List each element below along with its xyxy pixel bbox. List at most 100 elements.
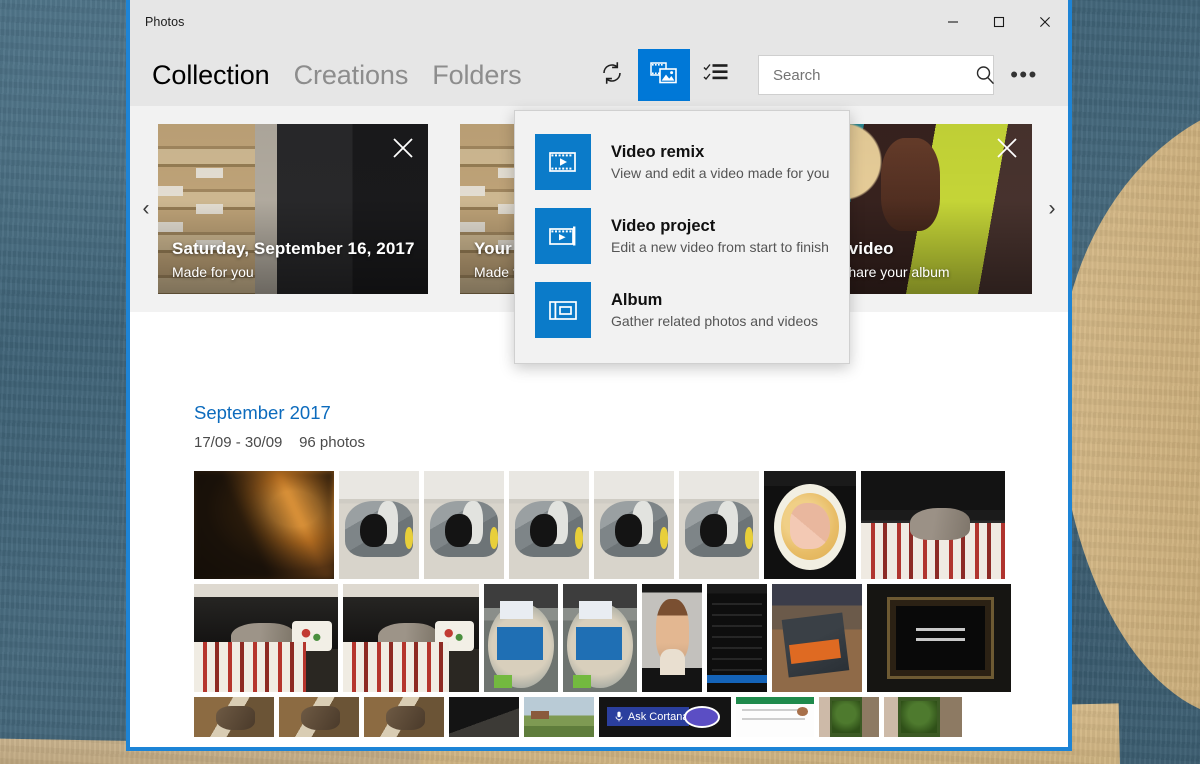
photo-tree-2[interactable]: [884, 697, 962, 737]
menu-item-video-project-title: Video project: [611, 217, 716, 235]
photo-salad-pack-1[interactable]: [484, 584, 558, 692]
window-titlebar: Photos: [130, 0, 1068, 44]
search-icon[interactable]: [972, 64, 998, 86]
pan-contents: [789, 503, 831, 549]
refresh-icon: [599, 60, 625, 91]
photo-portrait-woman[interactable]: [642, 584, 702, 692]
nav-tabs: Collection Creations Folders: [152, 60, 522, 91]
photo-cat-in-bag-3[interactable]: [509, 471, 589, 579]
create-button[interactable]: [638, 49, 690, 101]
bag-highlight: [377, 501, 399, 545]
select-button[interactable]: [690, 49, 742, 101]
menu-item-video-remix-text: Video remix View and edit a video made f…: [611, 143, 829, 181]
echo-frame: [887, 596, 994, 680]
photo-fabric-3[interactable]: [364, 697, 444, 737]
search-box[interactable]: [758, 55, 995, 95]
ask-cortana-overlay: Ask Cortana: [606, 707, 689, 726]
echo-screen: [896, 605, 985, 671]
toy-highlight: [744, 527, 754, 549]
photo-cat-in-bag-4[interactable]: [594, 471, 674, 579]
photo-blurred-warm[interactable]: [194, 471, 334, 579]
tab-collection[interactable]: Collection: [152, 60, 270, 91]
video-remix-icon: [535, 134, 591, 190]
photo-tree-1[interactable]: [819, 697, 879, 737]
photo-cat-on-blanket[interactable]: [861, 471, 1005, 579]
photo-salad-pack-2[interactable]: [563, 584, 637, 692]
doc-avatar: [796, 707, 808, 717]
photo-document[interactable]: [736, 697, 814, 737]
menu-item-album[interactable]: Album Gather related photos and videos: [515, 273, 849, 347]
bag-highlight: [547, 501, 569, 545]
photo-echo-show[interactable]: [867, 584, 1011, 692]
photo-ask-cortana[interactable]: Ask Cortana: [599, 697, 731, 737]
month-title[interactable]: September 2017: [194, 402, 1068, 424]
toy-highlight: [574, 527, 584, 549]
photo-row: Ask Cortana: [194, 697, 1068, 737]
photo-app-screenshot[interactable]: [707, 584, 767, 692]
photo-cat-in-bag-1[interactable]: [339, 471, 419, 579]
menu-item-video-remix-title: Video remix: [611, 143, 705, 161]
photo-cat-sofa-1[interactable]: [194, 584, 338, 692]
salad-label-top: [500, 601, 533, 619]
maximize-button[interactable]: [976, 0, 1022, 44]
command-icons: •••: [586, 49, 1044, 101]
photo-chicken-pan[interactable]: [764, 471, 856, 579]
photo-supermarket-shelf[interactable]: [772, 584, 862, 692]
app-bottom-bar: [707, 674, 767, 684]
photo-fabric-2[interactable]: [279, 697, 359, 737]
window-controls: [930, 0, 1068, 44]
carousel-card-3-close-icon[interactable]: [996, 137, 1018, 159]
echo-text-lines: [915, 627, 966, 647]
blanket-shape: [343, 642, 450, 692]
more-options-button[interactable]: •••: [1004, 53, 1044, 97]
menu-item-album-text: Album Gather related photos and videos: [611, 291, 818, 329]
toy-highlight: [659, 527, 669, 549]
menu-item-video-project-text: Video project Edit a new video from star…: [611, 217, 829, 255]
salad-tag: [494, 674, 513, 688]
carousel-card-1-text: Saturday, September 16, 2017 Made for yo…: [172, 239, 415, 280]
menu-item-video-project-description: Edit a new video from start to finish: [611, 239, 829, 255]
doc-text-lines: [742, 709, 805, 727]
photo-count: 96 photos: [299, 434, 365, 451]
photo-grid: Ask Cortana: [130, 451, 1068, 737]
salad-tag: [573, 674, 592, 688]
doc-header-bar: [736, 697, 814, 705]
photo-cat-in-bag-5[interactable]: [679, 471, 759, 579]
microphone-icon: [615, 711, 623, 722]
collection-content: September 2017 17/09 - 30/09 96 photos A…: [130, 312, 1068, 747]
date-range: 17/09 - 30/09: [194, 434, 283, 451]
ellipsis-icon: •••: [1010, 62, 1038, 87]
tab-folders[interactable]: Folders: [432, 60, 521, 91]
menu-item-video-project[interactable]: Video project Edit a new video from star…: [515, 199, 849, 273]
photo-dark-object[interactable]: [449, 697, 519, 737]
create-flyout-menu: Video remix View and edit a video made f…: [514, 110, 850, 364]
blanket-shape: [194, 642, 307, 692]
photo-fabric-1[interactable]: [194, 697, 274, 737]
photo-cat-in-bag-2[interactable]: [424, 471, 504, 579]
carousel-card-1-close-icon[interactable]: [392, 137, 414, 159]
menu-item-album-title: Album: [611, 291, 663, 309]
tab-creations[interactable]: Creations: [294, 60, 409, 91]
salad-label: [576, 627, 623, 660]
photo-cat-sofa-2[interactable]: [343, 584, 479, 692]
toy-highlight: [489, 527, 499, 549]
bag-highlight: [632, 501, 654, 545]
salad-label-top: [579, 601, 612, 619]
desktop-background: Photos Collection Creations Folders Sear…: [0, 0, 1200, 764]
carousel-prev-button[interactable]: ‹: [132, 106, 160, 312]
refresh-button[interactable]: [586, 49, 638, 101]
carousel-card-1-subtitle: Made for you: [172, 264, 254, 280]
select-checklist-icon: [703, 61, 729, 90]
menu-item-video-remix[interactable]: Video remix View and edit a video made f…: [515, 125, 849, 199]
carousel-card-1[interactable]: Saturday, September 16, 2017 Made for yo…: [158, 124, 428, 294]
minimize-button[interactable]: [930, 0, 976, 44]
photo-field-house[interactable]: [524, 697, 594, 737]
ask-cortana-label: Ask Cortana: [627, 710, 689, 723]
search-input[interactable]: [773, 66, 972, 84]
bag-highlight: [462, 501, 484, 545]
carousel-next-button[interactable]: ›: [1038, 106, 1066, 312]
close-button[interactable]: [1022, 0, 1068, 44]
photo-row: [194, 584, 1068, 692]
carousel-card-1-title: Saturday, September 16, 2017: [172, 239, 415, 258]
menu-item-video-remix-description: View and edit a video made for you: [611, 165, 830, 181]
